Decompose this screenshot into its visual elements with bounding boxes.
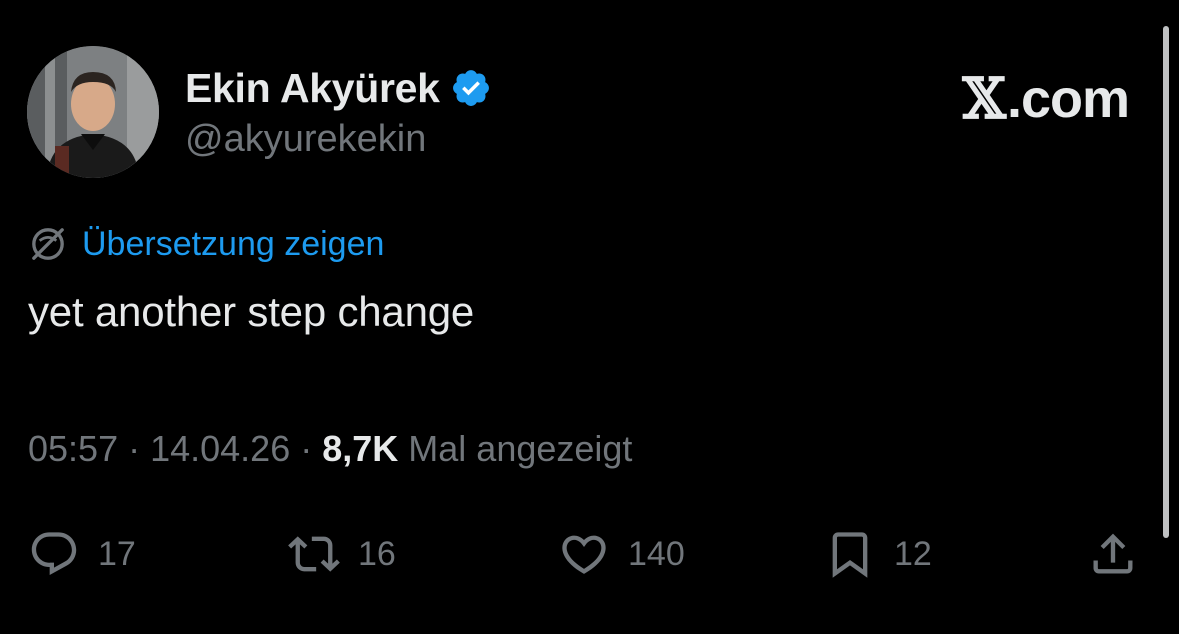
reply-count: 17 (98, 534, 136, 573)
views-count: 8,7K (322, 428, 399, 469)
tweet-date[interactable]: 14.04.26 (150, 428, 290, 469)
globe-slash-icon (32, 228, 64, 260)
bookmark-button[interactable]: 12 (824, 522, 932, 586)
action-bar: 17 16 140 12 (0, 522, 1179, 586)
meta-separator: · (118, 428, 151, 469)
repost-icon (288, 536, 340, 572)
author-block: Ekin Akyürek @akyurekekin (185, 60, 492, 161)
repost-button[interactable]: 16 (288, 522, 396, 586)
bookmark-icon (832, 532, 868, 578)
verified-badge-icon (450, 67, 492, 109)
tweet-meta: 05:57 · 14.04.26 · 8,7K Mal angezeigt (28, 428, 632, 470)
like-count: 140 (628, 534, 685, 573)
tweet-time[interactable]: 05:57 (28, 428, 118, 469)
like-button[interactable]: 140 (558, 522, 685, 586)
tweet-card: Ekin Akyürek @akyurekekin 𝕏 .com Überset… (0, 0, 1179, 634)
translate-label[interactable]: Übersetzung zeigen (82, 225, 384, 264)
bookmark-count: 12 (894, 534, 932, 573)
translate-link[interactable]: Übersetzung zeigen (28, 222, 384, 266)
x-logo-icon: 𝕏 (962, 66, 1006, 132)
meta-separator: · (290, 428, 323, 469)
avatar-photo (27, 46, 159, 178)
share-button[interactable] (1087, 522, 1139, 586)
views-label: Mal angezeigt (398, 428, 633, 469)
reply-button[interactable]: 17 (28, 522, 136, 586)
share-icon (1093, 533, 1133, 574)
author-handle[interactable]: @akyurekekin (185, 118, 492, 161)
reply-icon (31, 532, 77, 576)
author-display-name[interactable]: Ekin Akyürek (185, 65, 440, 112)
brand-suffix: .com (1006, 69, 1130, 129)
avatar[interactable] (27, 46, 159, 178)
brand-logo: 𝕏 .com (962, 66, 1131, 132)
name-row: Ekin Akyürek (185, 60, 492, 116)
scrollbar[interactable] (1163, 26, 1169, 538)
repost-count: 16 (358, 534, 396, 573)
heart-icon (562, 535, 606, 574)
tweet-text: yet another step change (28, 288, 475, 335)
